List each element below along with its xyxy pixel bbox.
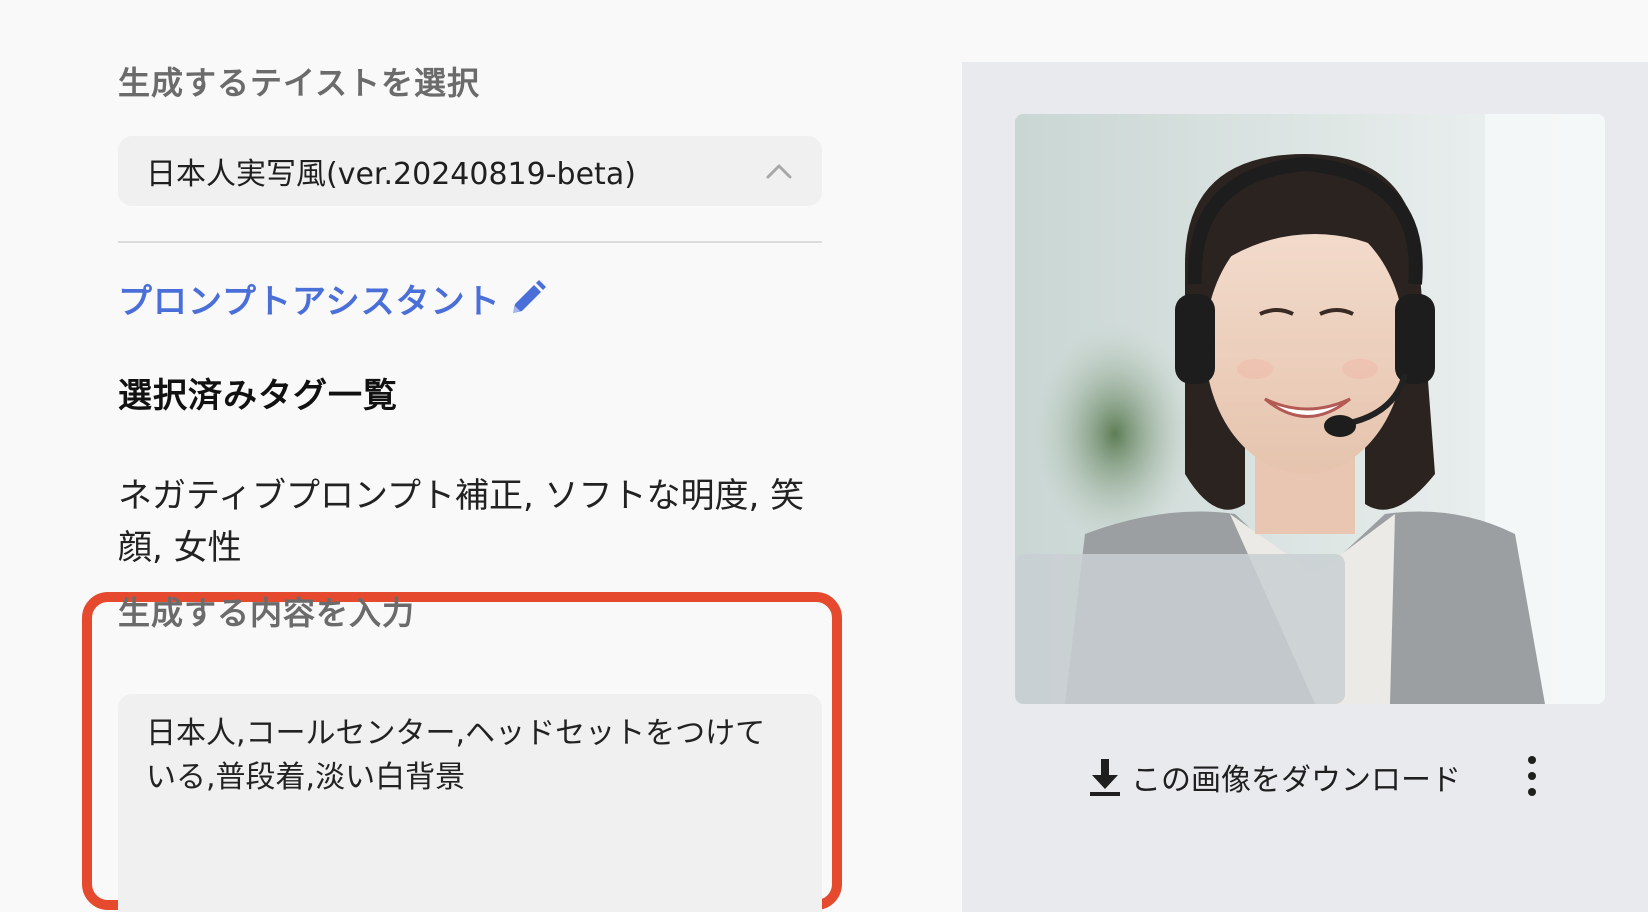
divider xyxy=(118,241,822,243)
prompt-assistant-label: プロンプトアシスタント xyxy=(118,282,501,322)
preview-panel: この画像をダウンロード xyxy=(962,62,1648,912)
taste-select[interactable]: 日本人実写風(ver.20240819-beta) xyxy=(118,136,822,206)
pencil-icon xyxy=(505,277,549,321)
taste-select-value: 日本人実写風(ver.20240819-beta) xyxy=(146,157,636,192)
selected-tags-list: ネガティブプロンプト補正, ソフトな明度, 笑顔, 女性 xyxy=(118,476,805,568)
prompt-assistant-link[interactable]: プロンプトアシスタント xyxy=(118,274,549,323)
download-button[interactable]: この画像をダウンロード xyxy=(1087,755,1461,799)
download-label: この画像をダウンロード xyxy=(1131,763,1461,798)
more-vertical-icon[interactable] xyxy=(1518,756,1546,796)
chevron-up-icon[interactable] xyxy=(764,161,794,181)
selected-tags-heading: 選択済みタグ一覧 xyxy=(118,376,398,416)
content-textarea[interactable]: 日本人,コールセンター,ヘッドセットをつけている,普段着,淡い白背景 xyxy=(118,694,822,912)
settings-panel: 生成するテイストを選択 日本人実写風(ver.20240819-beta) プロ… xyxy=(0,0,962,912)
taste-label: 生成するテイストを選択 xyxy=(118,64,481,102)
generated-image xyxy=(1015,114,1605,704)
content-label: 生成する内容を入力 xyxy=(118,594,416,632)
download-icon xyxy=(1087,757,1123,797)
